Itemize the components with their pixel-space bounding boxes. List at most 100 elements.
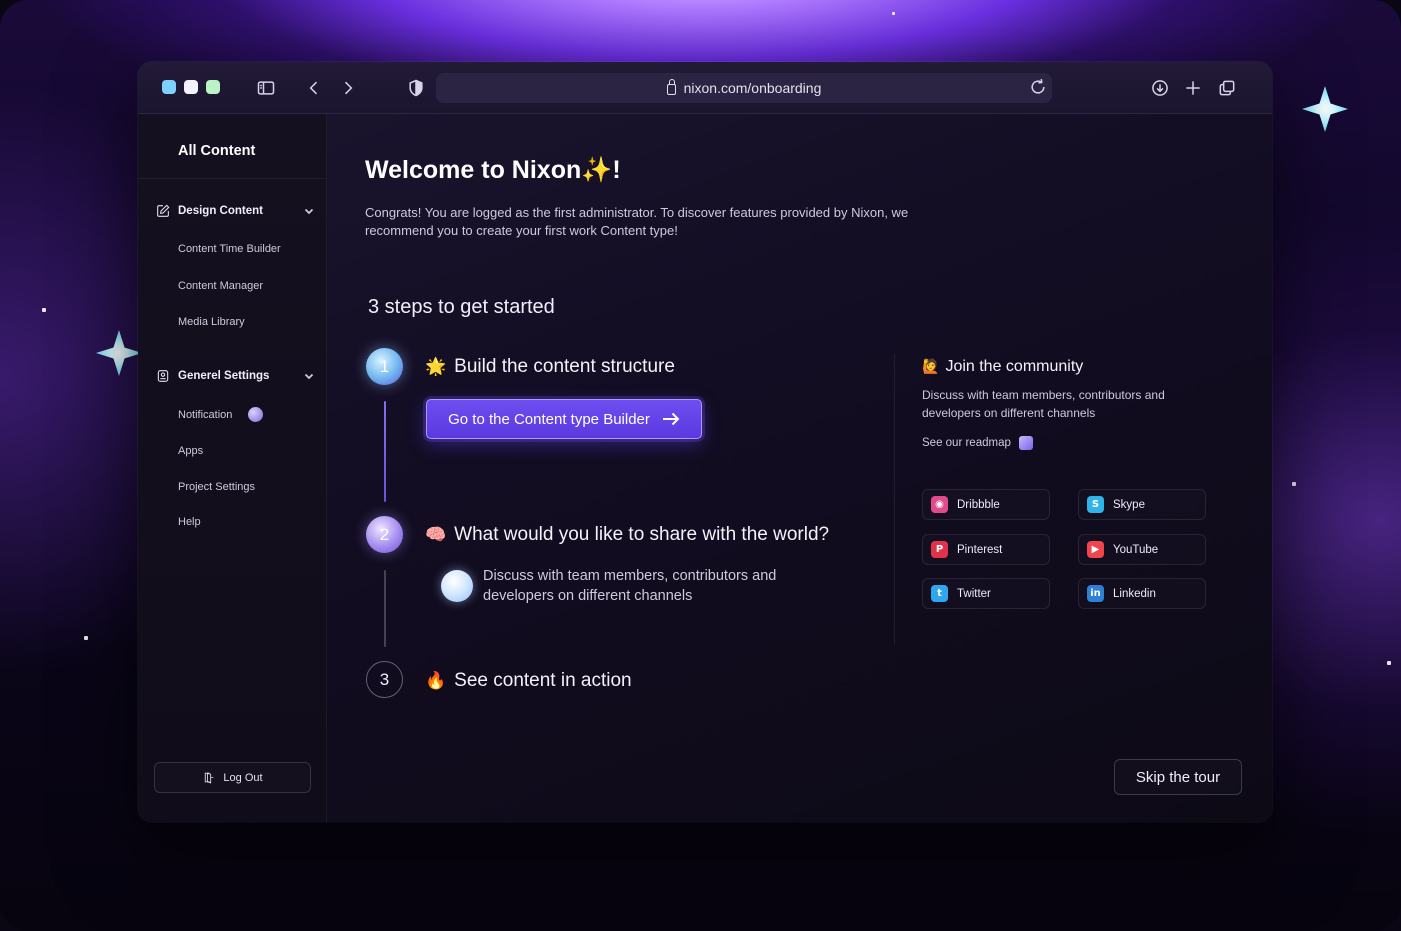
chevron-down-icon[interactable] [304, 206, 314, 216]
youtube-icon: ▶ [1087, 541, 1104, 558]
sidebar-item-notification[interactable]: Notification [178, 407, 264, 422]
discuss-text: Discuss with team members, contributors … [483, 568, 777, 604]
channel-youtube[interactable]: ▶ YouTube [1078, 534, 1206, 565]
section-label: Generel Settings [178, 370, 270, 382]
section-general-settings[interactable]: Generel Settings [154, 365, 314, 387]
channel-label: Dribbble [957, 498, 1000, 511]
settings-icon [154, 368, 171, 385]
channel-label: Pinterest [957, 543, 1003, 556]
brain-emoji-icon: 🧠 [425, 525, 447, 545]
chevron-down-icon[interactable] [304, 371, 314, 381]
sidebar-item-media-library[interactable]: Media Library [178, 316, 245, 328]
new-tab-icon[interactable] [1181, 76, 1205, 100]
cta-label: Go to the Content type Builder [448, 410, 650, 428]
sidebar-item-label: Help [178, 516, 201, 528]
roadmap-link[interactable]: See our readmap [922, 436, 1033, 450]
logout-label: Log Out [223, 771, 263, 784]
chat-icon [441, 570, 473, 602]
step-connector [384, 401, 386, 502]
back-icon[interactable] [302, 76, 326, 100]
star-dot [892, 12, 895, 15]
sidebar-divider [138, 178, 326, 179]
step-title-text: Build the content structure [454, 356, 675, 377]
channel-label: Twitter [957, 587, 991, 600]
browser-window: nixon.com/onboarding All Content Design … [138, 62, 1272, 822]
star-dot [1292, 482, 1296, 486]
page-title: Welcome to Nixon✨! [365, 156, 621, 184]
step-title-2: 🧠 What would you like to share with the … [425, 524, 829, 546]
roadmap-label: See our readmap [922, 437, 1011, 449]
pinterest-icon: P [931, 541, 948, 558]
sidebar-item-label: Notification [178, 408, 233, 421]
step-title-text: See content in action [454, 670, 632, 691]
channel-label: Skype [1113, 498, 1145, 511]
star-dot [42, 308, 46, 312]
step-connector [384, 570, 386, 647]
window-control-close[interactable] [162, 80, 176, 94]
vertical-divider [894, 354, 895, 644]
sidebar-item-label: Apps [178, 445, 204, 457]
channel-pinterest[interactable]: P Pinterest [922, 534, 1050, 565]
window-control-maximize[interactable] [206, 80, 220, 94]
channel-linkedin[interactable]: in Linkedin [1078, 578, 1206, 609]
step-number-1: 1 [366, 348, 403, 385]
intro-text: Congrats! You are logged as the first ad… [365, 205, 909, 238]
sidebar-item-content-manager[interactable]: Content Manager [178, 280, 263, 292]
linkedin-icon: in [1087, 585, 1104, 602]
sidebar-item-label: Content Manager [178, 280, 263, 292]
star-dot [1387, 661, 1391, 665]
twitter-icon: t [931, 585, 948, 602]
raised-hand-emoji-icon: 🙋 [922, 359, 940, 375]
fire-emoji-icon: 🔥 [425, 671, 447, 691]
sidebar-item-project-settings[interactable]: Project Settings [178, 481, 255, 493]
channel-label: YouTube [1113, 543, 1159, 556]
sidebar-item-content-time-builder[interactable]: Content Time Builder [178, 243, 281, 255]
community-description: Discuss with team members, contributors … [922, 388, 1165, 420]
section-label: Design Content [178, 205, 263, 217]
section-design-content[interactable]: Design Content [154, 200, 314, 222]
community-title-text: Join the community [945, 358, 1084, 375]
main-content: Welcome to Nixon✨! Congrats! You are log… [328, 114, 1272, 822]
channel-dribbble[interactable]: ◉ Dribbble [922, 489, 1050, 520]
channel-skype[interactable]: S Skype [1078, 489, 1206, 520]
lock-icon [666, 79, 676, 95]
edit-icon [154, 203, 171, 220]
step-number-3: 3 [366, 661, 403, 698]
sidebar: All Content Design Content Content Time … [138, 114, 327, 822]
step-title-1: 🌟 Build the content structure [425, 356, 675, 378]
step-title-text: What would you like to share with the wo… [454, 524, 830, 545]
skype-icon: S [1087, 496, 1104, 513]
steps-title: 3 steps to get started [368, 296, 555, 318]
window-control-minimize[interactable] [184, 80, 198, 94]
browser-toolbar: nixon.com/onboarding [138, 62, 1272, 114]
sidebar-item-label: Content Time Builder [178, 243, 281, 255]
url-text: nixon.com/onboarding [683, 80, 822, 96]
tabs-overview-icon[interactable] [1215, 76, 1239, 100]
forward-icon[interactable] [336, 76, 360, 100]
shield-icon[interactable] [404, 76, 428, 100]
notification-badge [248, 407, 264, 422]
community-title: 🙋 Join the community [922, 358, 1083, 376]
content-type-builder-button[interactable]: Go to the Content type Builder [426, 399, 702, 439]
sidebar-item-apps[interactable]: Apps [178, 445, 203, 457]
address-bar[interactable]: nixon.com/onboarding [436, 73, 1052, 103]
channel-twitter[interactable]: t Twitter [922, 578, 1050, 609]
reload-icon[interactable] [1028, 77, 1048, 97]
sidebar-item-help[interactable]: Help [178, 516, 201, 528]
sidebar-item-label: Media Library [178, 316, 245, 328]
dribbble-icon: ◉ [931, 496, 948, 513]
sidebar-item-label: Project Settings [178, 481, 256, 493]
star-emoji-icon: 🌟 [425, 357, 447, 377]
roadmap-pin-icon [1018, 436, 1033, 450]
logout-button[interactable]: Log Out [154, 762, 311, 793]
sidebar-title[interactable]: All Content [178, 143, 255, 159]
logout-icon [205, 772, 214, 784]
step-number-2: 2 [366, 516, 403, 553]
arrow-right-icon [662, 412, 680, 426]
download-icon[interactable] [1148, 76, 1172, 100]
star-dot [84, 636, 88, 640]
step-title-3: 🔥 See content in action [425, 670, 632, 692]
sidebar-toggle-icon[interactable] [254, 76, 278, 100]
channel-label: Linkedin [1113, 587, 1156, 600]
skip-tour-button[interactable]: Skip the tour [1114, 759, 1242, 795]
